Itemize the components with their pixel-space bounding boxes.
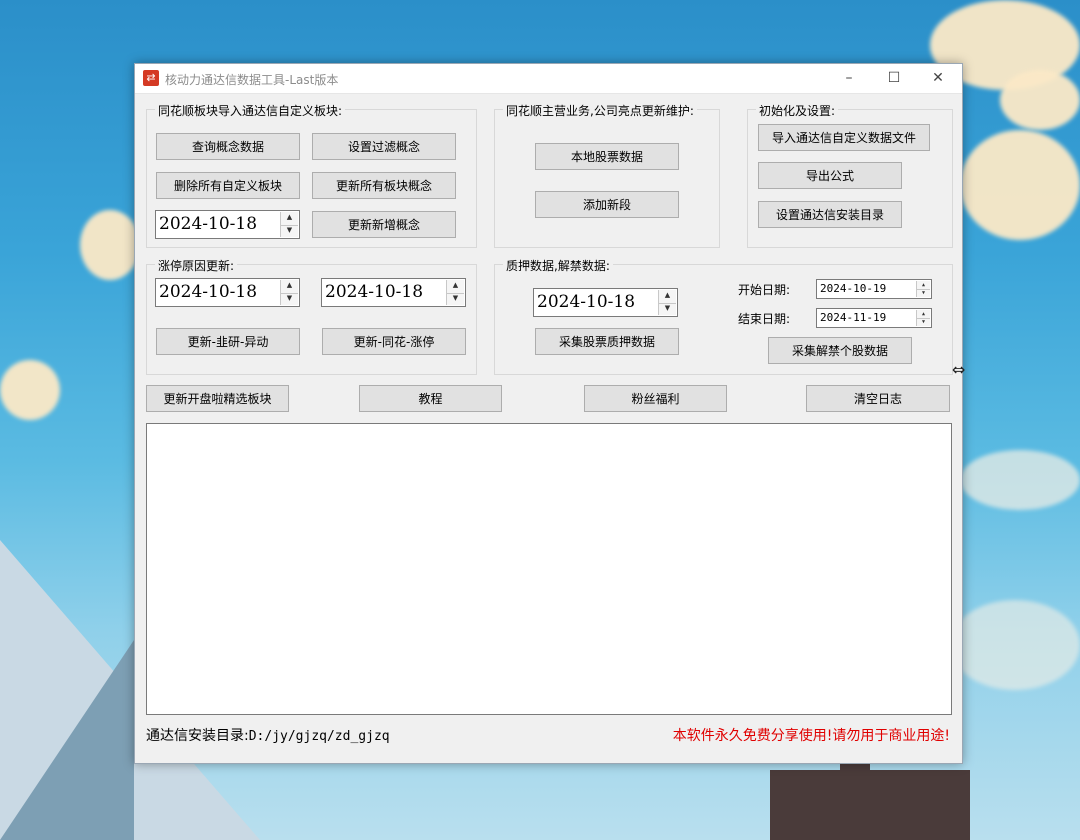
spin-up-icon[interactable]: ▲ [281, 280, 298, 294]
castle [770, 770, 970, 840]
date-value: 2024-10-18 [159, 214, 258, 234]
date-value: 2024-10-18 [159, 282, 258, 302]
cloud [960, 130, 1080, 240]
cloud [0, 360, 60, 420]
castle-tower [840, 760, 870, 840]
date-value: 2024-10-18 [325, 282, 424, 302]
date-value: 2024-10-19 [820, 282, 887, 295]
limitup-date-picker-2[interactable]: 2024-10-18 ▲ ▼ [321, 278, 466, 307]
group-title: 初始化及设置: [756, 102, 839, 119]
end-date-label: 结束日期: [738, 312, 791, 326]
query-concept-button[interactable]: 查询概念数据 [156, 133, 300, 160]
export-formula-button[interactable]: 导出公式 [758, 162, 902, 189]
maximize-button[interactable]: ☐ [872, 64, 916, 93]
spin-down-icon[interactable]: ▼ [281, 293, 298, 306]
pledge-date-picker[interactable]: 2024-10-18 ▲ ▼ [533, 288, 678, 317]
mountain [0, 640, 134, 840]
update-new-concepts-button[interactable]: 更新新增概念 [312, 211, 456, 238]
update-jy-anomaly-button[interactable]: 更新-韭研-异动 [156, 328, 300, 355]
spin-up-icon[interactable]: ▲ [659, 290, 676, 304]
set-install-dir-button[interactable]: 设置通达信安装目录 [758, 201, 902, 228]
group-title: 质押数据,解禁数据: [503, 257, 613, 274]
spin-down-icon[interactable]: ▼ [917, 289, 930, 297]
window-title: 核动力通达信数据工具-Last版本 [165, 73, 339, 87]
date-spinner[interactable]: ▲ ▼ [658, 290, 676, 315]
import-tdx-custom-data-button[interactable]: 导入通达信自定义数据文件 [758, 124, 930, 151]
concept-date-picker[interactable]: 2024-10-18 ▲ ▼ [155, 210, 300, 239]
end-date-picker[interactable]: 2024-11-19 ▲ ▼ [816, 308, 932, 328]
minimize-button[interactable]: – [827, 64, 871, 93]
group-init-settings: 初始化及设置: 导入通达信自定义数据文件 导出公式 设置通达信安装目录 [747, 102, 953, 248]
cloud [960, 450, 1080, 510]
free-notice: 本软件永久免费分享使用!请勿用于商业用途! [672, 728, 950, 744]
spin-down-icon[interactable]: ▼ [659, 303, 676, 316]
delete-all-custom-blocks-button[interactable]: 删除所有自定义板块 [156, 172, 300, 199]
clear-log-button[interactable]: 清空日志 [806, 385, 950, 412]
update-ths-limitup-button[interactable]: 更新-同花-涨停 [322, 328, 466, 355]
date-spinner[interactable]: ▲ ▼ [916, 310, 930, 326]
fans-welfare-button[interactable]: 粉丝福利 [584, 385, 727, 412]
date-spinner[interactable]: ▲ ▼ [280, 212, 298, 237]
start-date-picker[interactable]: 2024-10-19 ▲ ▼ [816, 279, 932, 299]
group-main-business: 同花顺主营业务,公司亮点更新维护: 本地股票数据 添加新段 [494, 102, 720, 248]
local-stock-data-button[interactable]: 本地股票数据 [535, 143, 679, 170]
group-title: 同花顺主营业务,公司亮点更新维护: [503, 102, 697, 119]
update-kpl-blocks-button[interactable]: 更新开盘啦精选板块 [146, 385, 289, 412]
add-new-field-button[interactable]: 添加新段 [535, 191, 679, 218]
group-title: 涨停原因更新: [155, 257, 238, 274]
date-value: 2024-11-19 [820, 311, 887, 324]
update-all-block-concepts-button[interactable]: 更新所有板块概念 [312, 172, 456, 199]
date-spinner[interactable]: ▲ ▼ [280, 280, 298, 305]
app-icon: ⇄ [143, 70, 159, 86]
date-spinner[interactable]: ▲ ▼ [446, 280, 464, 305]
collect-unlock-data-button[interactable]: 采集解禁个股数据 [768, 337, 912, 364]
tutorial-button[interactable]: 教程 [359, 385, 502, 412]
cloud [1000, 70, 1080, 130]
close-button[interactable]: ✕ [916, 64, 960, 93]
date-spinner[interactable]: ▲ ▼ [916, 281, 930, 297]
install-dir-value: D:/jy/gjzq/zd_gjzq [248, 729, 390, 744]
title-bar[interactable]: ⇄ 核动力通达信数据工具-Last版本 – ☐ ✕ [135, 64, 962, 94]
cloud [950, 600, 1080, 690]
spin-down-icon[interactable]: ▼ [281, 225, 298, 238]
date-value: 2024-10-18 [537, 292, 636, 312]
filter-concept-button[interactable]: 设置过滤概念 [312, 133, 456, 160]
group-title: 同花顺板块导入通达信自定义板块: [155, 102, 346, 119]
install-dir-label: 通达信安装目录: [146, 728, 249, 744]
group-pledge-unlock: 质押数据,解禁数据: 2024-10-18 ▲ ▼ 采集股票质押数据 开始日期:… [494, 257, 953, 375]
log-textarea[interactable] [146, 423, 952, 715]
start-date-label: 开始日期: [738, 283, 791, 297]
collect-pledge-data-button[interactable]: 采集股票质押数据 [535, 328, 679, 355]
spin-up-icon[interactable]: ▲ [281, 212, 298, 226]
spin-up-icon[interactable]: ▲ [447, 280, 464, 294]
group-concept-import: 同花顺板块导入通达信自定义板块: 查询概念数据 设置过滤概念 删除所有自定义板块… [146, 102, 477, 248]
spin-down-icon[interactable]: ▼ [917, 318, 930, 326]
install-dir-status: 通达信安装目录:D:/jy/gjzq/zd_gjzq [146, 725, 390, 745]
app-window: ⇄ 核动力通达信数据工具-Last版本 – ☐ ✕ 同花顺板块导入通达信自定义板… [134, 63, 963, 764]
spin-down-icon[interactable]: ▼ [447, 293, 464, 306]
cloud [80, 210, 140, 280]
group-limitup-reason: 涨停原因更新: 2024-10-18 ▲ ▼ 2024-10-18 ▲ ▼ 更新… [146, 257, 477, 375]
resize-cursor-icon: ⇔ [952, 360, 966, 379]
limitup-date-picker-1[interactable]: 2024-10-18 ▲ ▼ [155, 278, 300, 307]
